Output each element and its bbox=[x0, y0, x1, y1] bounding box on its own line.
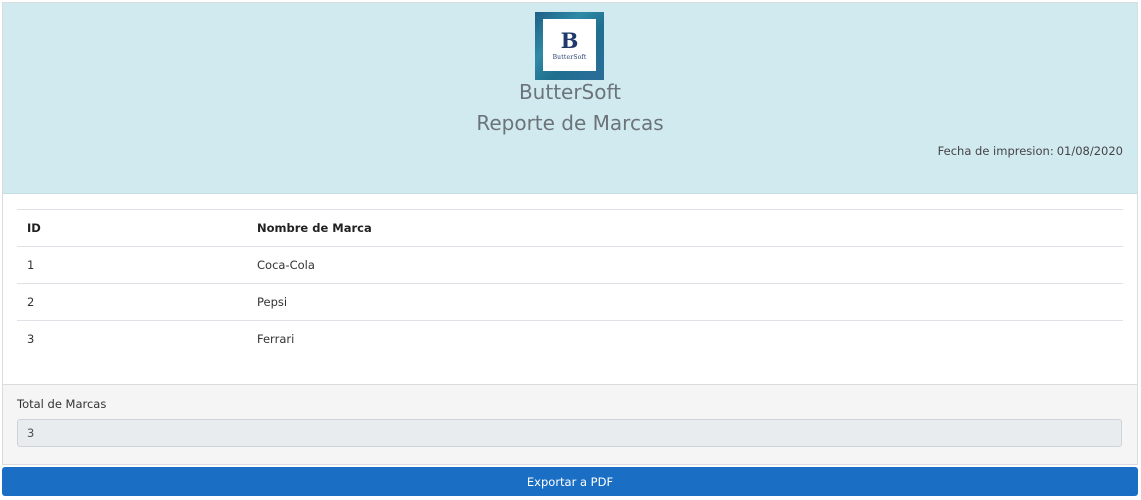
brands-table: ID Nombre de Marca 1 Coca-Cola 2 Pepsi 3… bbox=[17, 209, 1123, 358]
cell-id: 1 bbox=[17, 246, 247, 284]
brands-table-container: ID Nombre de Marca 1 Coca-Cola 2 Pepsi 3… bbox=[17, 209, 1123, 358]
total-brands-label: Total de Marcas bbox=[17, 397, 107, 411]
logo-text: ButterSoft bbox=[552, 53, 587, 61]
table-row: 1 Coca-Cola bbox=[17, 246, 1123, 284]
table-row: 2 Pepsi bbox=[17, 283, 1123, 321]
print-date-label: Fecha de impresion: bbox=[937, 144, 1054, 158]
company-logo: B ButterSoft bbox=[535, 12, 604, 80]
cell-brand-name: Coca-Cola bbox=[247, 246, 1123, 284]
report-header: B ButterSoft ButterSoft Reporte de Marca… bbox=[3, 3, 1137, 194]
print-date: Fecha de impresion: 01/08/2020 bbox=[935, 144, 1123, 158]
total-brands-field[interactable] bbox=[17, 419, 1122, 447]
table-row: 3 Ferrari bbox=[17, 320, 1123, 358]
cell-brand-name: Pepsi bbox=[247, 283, 1123, 321]
report-footer: Total de Marcas bbox=[3, 384, 1137, 464]
table-header-row: ID Nombre de Marca bbox=[17, 209, 1123, 247]
logo-letter: B bbox=[560, 27, 579, 53]
column-header-brand-name: Nombre de Marca bbox=[247, 209, 1123, 247]
company-name: ButterSoft bbox=[518, 80, 622, 104]
export-pdf-button[interactable]: Exportar a PDF bbox=[2, 467, 1138, 496]
print-date-value: 01/08/2020 bbox=[1056, 144, 1123, 158]
cell-id: 3 bbox=[17, 320, 247, 358]
column-header-id: ID bbox=[17, 209, 247, 247]
cell-id: 2 bbox=[17, 283, 247, 321]
report-title: Reporte de Marcas bbox=[476, 111, 664, 135]
cell-brand-name: Ferrari bbox=[247, 320, 1123, 358]
logo-badge: B ButterSoft bbox=[543, 19, 596, 71]
report-card: B ButterSoft ButterSoft Reporte de Marca… bbox=[2, 2, 1138, 465]
